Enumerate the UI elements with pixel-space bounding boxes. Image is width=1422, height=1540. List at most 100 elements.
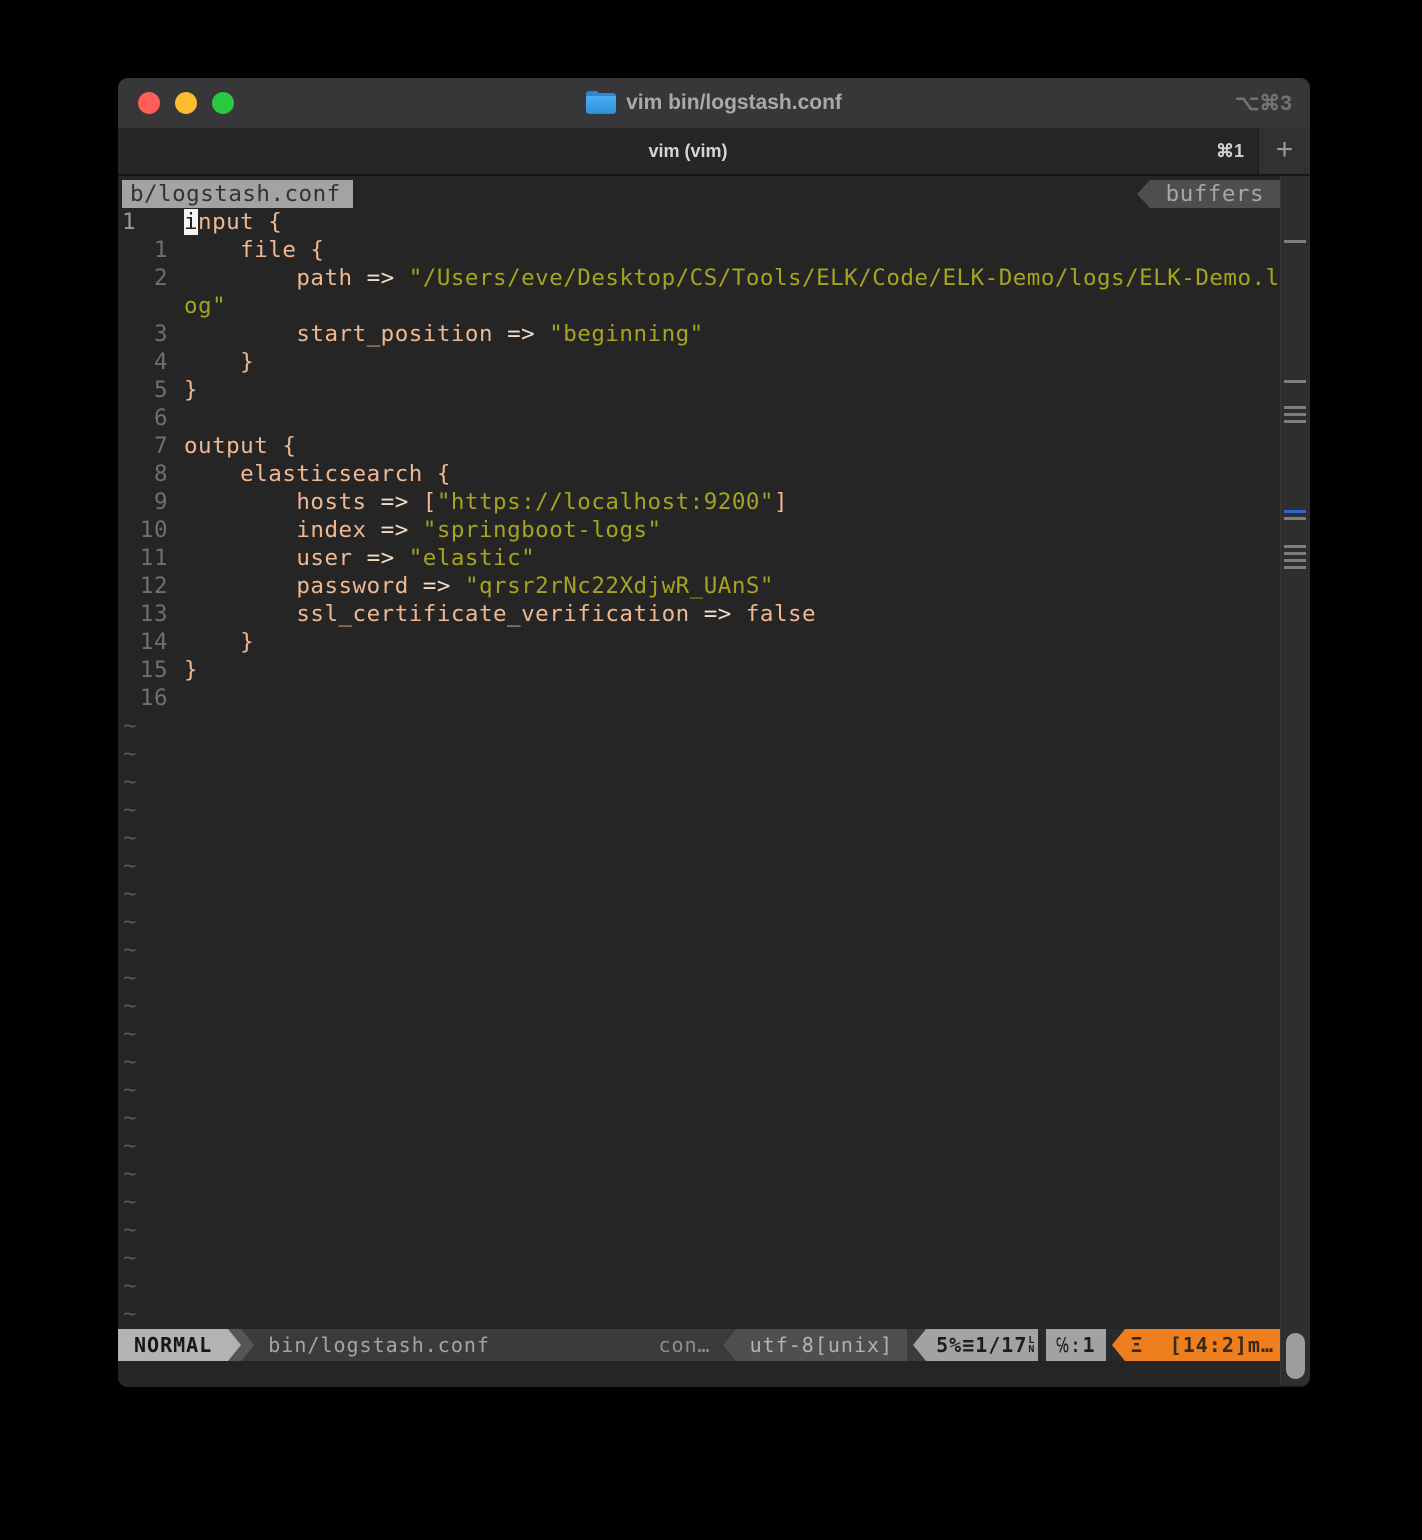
buffers-label: buffers (1149, 180, 1280, 208)
code-lines: 1 input {1 file {2 path => "/Users/eve/De… (118, 208, 1280, 712)
code-line: 1 input { (122, 208, 1280, 236)
code-line: 12 password => "qrsr2rNc22XdjwR_UAnS" (122, 572, 1280, 600)
scrollbar-mark (1284, 240, 1306, 243)
code-line: 13 ssl_certificate_verification => false (122, 600, 1280, 628)
scrollbar-mark (1284, 566, 1306, 569)
vim-command-line (118, 1361, 1310, 1385)
buffer-tab[interactable]: b/logstash.conf (122, 180, 353, 208)
code-line: 4 } (122, 348, 1280, 376)
tilde-marker: ~ (123, 965, 138, 991)
tab-vim[interactable]: vim (vim) ⌘1 (118, 128, 1258, 174)
tilde-marker: ~ (123, 769, 138, 795)
tab-title: vim (vim) (648, 140, 728, 161)
tilde-marker: ~ (123, 1245, 138, 1271)
tilde-marker: ~ (123, 825, 138, 851)
line-number: 10 (139, 517, 168, 543)
line-number (122, 292, 168, 320)
code-text: index => "springboot-logs" (184, 517, 662, 543)
statusline-column: ℅:1 (1046, 1329, 1106, 1361)
tilde-marker: ~ (123, 937, 138, 963)
code-line: 15} (122, 656, 1280, 684)
line-number: 12 (139, 573, 168, 599)
code-text: } (184, 629, 255, 655)
code-text: input { (184, 209, 283, 235)
line-number: 11 (139, 545, 168, 571)
line-number: 2 (153, 265, 168, 291)
code-line: 11 user => "elastic" (122, 544, 1280, 572)
terminal-view[interactable]: b/logstash.conf buffers 1 input {1 file {… (118, 176, 1310, 1385)
tilde-marker: ~ (123, 1105, 138, 1131)
plus-icon: + (1275, 132, 1294, 166)
traffic-lights (118, 92, 234, 114)
line-number: 5 (153, 377, 168, 403)
empty-buffer-tildes: ~ ~ ~ ~ ~ ~ ~ ~ ~ ~ ~ ~ ~ ~ ~ ~ ~ ~ ~ ~ ~ ~ (118, 712, 1280, 1328)
code-text: path => "/Users/eve/Desktop/CS/Tools/ELK… (184, 265, 1280, 291)
minimize-button[interactable] (175, 92, 197, 114)
code-text: user => "elastic" (184, 545, 536, 571)
tilde-marker: ~ (123, 741, 138, 767)
tilde-marker: ~ (123, 1217, 138, 1243)
vim-buffer-area[interactable]: b/logstash.conf buffers 1 input {1 file {… (118, 176, 1280, 1329)
scrollbar-mark (1284, 552, 1306, 555)
code-text: hosts => ["https://localhost:9200"] (184, 489, 788, 515)
vim-tabline: b/logstash.conf buffers (122, 180, 1280, 208)
code-line: 7 output { (122, 432, 1280, 460)
code-text: password => "qrsr2rNc22XdjwR_UAnS" (184, 573, 774, 599)
line-number: 3 (153, 321, 168, 347)
line-number: 15 (139, 657, 168, 683)
folder-icon (586, 91, 617, 115)
code-line: 3 start_position => "beginning" (122, 320, 1280, 348)
scrollbar-mark (1284, 559, 1306, 562)
tilde-marker: ~ (123, 1161, 138, 1187)
tilde-marker: ~ (123, 1077, 138, 1103)
code-line: 8 elasticsearch { (122, 460, 1280, 488)
tilde-marker: ~ (123, 1021, 138, 1047)
statusline-filetype: con… (658, 1333, 711, 1357)
code-line: 9 hosts => ["https://localhost:9200"] (122, 488, 1280, 516)
line-number: 1 (153, 237, 168, 263)
tilde-marker: ~ (123, 1133, 138, 1159)
vim-statusline: NORMAL bin/logstash.conf con… utf-8[unix… (118, 1329, 1280, 1361)
tilde-marker: ~ (123, 713, 138, 739)
scrollbar-mark (1284, 420, 1306, 423)
code-text: start_position => "beginning" (184, 321, 704, 347)
tilde-marker: ~ (123, 909, 138, 935)
new-tab-button[interactable]: + (1258, 128, 1310, 174)
code-line: 10 index => "springboot-logs" (122, 516, 1280, 544)
code-line: og" (122, 292, 1280, 320)
statusline-filename: bin/logstash.conf (268, 1333, 490, 1357)
scrollbar-mark-blue (1284, 510, 1306, 513)
line-number: 8 (153, 461, 168, 487)
powerline-arrow-left (1111, 1329, 1125, 1361)
statusline-position: 5% ≡ 1/17 L N (926, 1329, 1039, 1361)
tilde-marker: ~ (123, 1301, 138, 1327)
code-line: 1 file { (122, 236, 1280, 264)
code-line: 16 (122, 684, 1280, 712)
zoom-button[interactable] (212, 92, 234, 114)
close-button[interactable] (138, 92, 160, 114)
scrollbar-mark (1284, 545, 1306, 548)
tilde-marker: ~ (123, 1273, 138, 1299)
powerline-arrow-left (722, 1329, 736, 1361)
code-text: file { (184, 237, 325, 263)
powerline-arrow-right (241, 1329, 255, 1361)
window-titlebar[interactable]: vim bin/logstash.conf ⌥⌘3 (118, 78, 1310, 128)
code-text: } (184, 377, 199, 403)
code-text: og" (184, 293, 227, 319)
tilde-marker: ~ (123, 797, 138, 823)
window-title: vim bin/logstash.conf (626, 91, 842, 114)
scrollbar-mark (1284, 517, 1306, 520)
tilde-marker: ~ (123, 1049, 138, 1075)
code-line: 2 path => "/Users/eve/Desktop/CS/Tools/E… (122, 264, 1280, 292)
window-shortcut-badge: ⌥⌘3 (1235, 91, 1292, 115)
code-text: } (184, 349, 255, 375)
line-number: 6 (153, 405, 168, 431)
code-line: 5} (122, 376, 1280, 404)
code-line: 14 } (122, 628, 1280, 656)
scrollbar-track[interactable] (1280, 176, 1310, 1385)
line-number: 4 (153, 349, 168, 375)
code-text: output { (184, 433, 297, 459)
scrollbar-thumb[interactable] (1286, 1333, 1305, 1379)
line-number: 9 (153, 489, 168, 515)
tilde-marker: ~ (123, 881, 138, 907)
